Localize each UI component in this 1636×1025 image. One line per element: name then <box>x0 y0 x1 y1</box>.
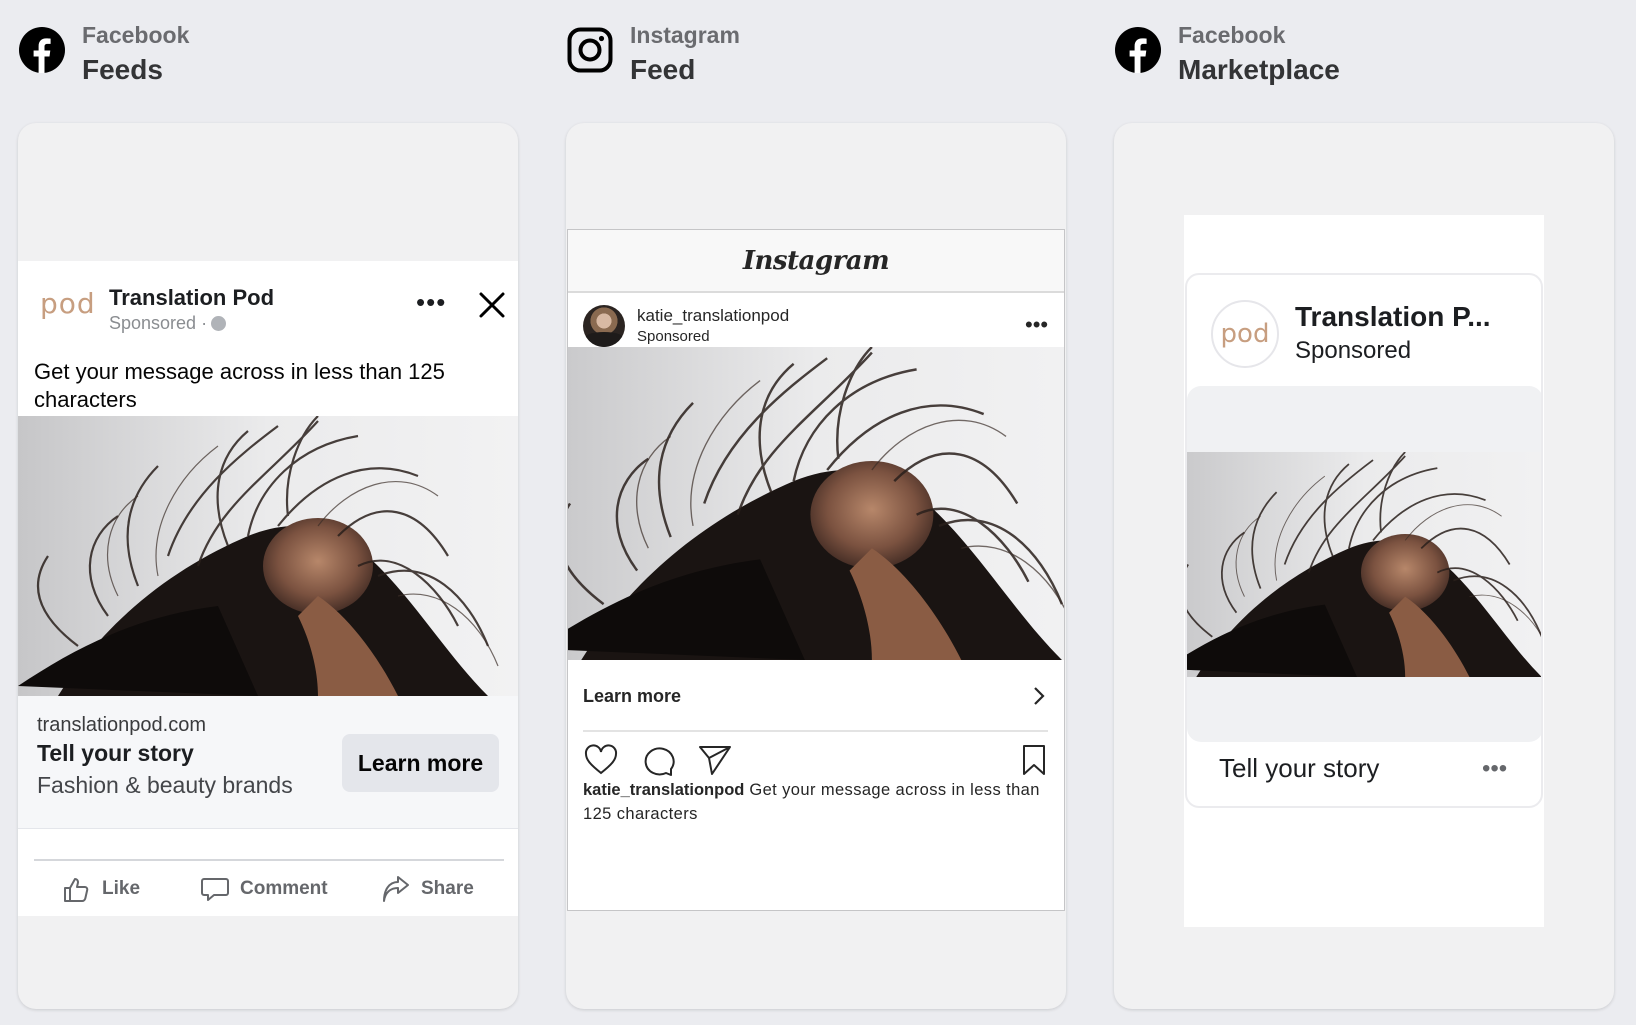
sponsored-label: Sponsored <box>1295 337 1412 364</box>
brand-logo: pod <box>40 287 96 320</box>
page-name: Translation P... <box>1295 301 1491 332</box>
comment-icon <box>201 878 229 901</box>
facebook-icon <box>19 27 65 73</box>
heart-icon[interactable] <box>583 743 619 777</box>
learn-more-link[interactable]: Learn more <box>583 686 681 707</box>
like-label: Like <box>102 878 141 899</box>
comment-icon[interactable] <box>640 743 676 777</box>
listing-headline: Tell your story <box>1219 753 1380 783</box>
share-icon <box>383 876 409 902</box>
instagram-ad-post: Instagram katie_translationpod Sponsored… <box>567 229 1065 911</box>
more-options-icon[interactable]: ••• <box>1025 314 1048 336</box>
username[interactable]: katie_translationpod <box>637 306 789 326</box>
placement-title: Marketplace <box>1178 54 1340 85</box>
facebook-feeds-preview: pod Translation Pod Sponsored · ••• Get … <box>18 123 518 1009</box>
instagram-top-bar: Instagram <box>568 230 1064 293</box>
caption-username[interactable]: katie_translationpod <box>583 781 744 799</box>
ad-image <box>18 416 518 696</box>
marketplace-panel: pod Translation P... Sponsored Tell your… <box>1184 215 1544 927</box>
facebook-marketplace-preview: pod Translation P... Sponsored Tell your… <box>1114 123 1614 1009</box>
primary-text: Get your message across in less than 125… <box>34 359 445 412</box>
learn-more-button[interactable]: Learn more <box>342 734 499 792</box>
instagram-feed-preview: Instagram katie_translationpod Sponsored… <box>566 123 1066 1009</box>
facebook-ad-post: pod Translation Pod Sponsored · ••• Get … <box>18 261 518 916</box>
brand-logo: pod <box>1211 300 1279 368</box>
ad-image-graphic <box>18 416 518 696</box>
platform-label: Facebook <box>1178 22 1286 48</box>
placement-title: Feeds <box>82 54 163 85</box>
link-description: Fashion & beauty brands <box>37 772 293 798</box>
caption: katie_translationpod Get your message ac… <box>583 778 1043 826</box>
ad-image-graphic <box>568 347 1064 660</box>
like-button[interactable]: Like <box>62 872 140 906</box>
comment-button[interactable]: Comment <box>200 872 328 906</box>
thumbs-up-icon <box>64 878 89 902</box>
sponsored-text: Sponsored · <box>109 313 208 333</box>
sponsored-label: Sponsored <box>637 328 710 345</box>
close-icon[interactable] <box>478 291 506 319</box>
sponsored-label: Sponsored · <box>109 313 227 334</box>
facebook-icon <box>1115 27 1161 73</box>
instagram-icon <box>567 27 613 73</box>
cta-divider <box>583 730 1048 732</box>
media-container <box>1187 386 1543 742</box>
share-label: Share <box>421 878 474 899</box>
link-domain: translationpod.com <box>37 714 206 736</box>
page-name[interactable]: Translation Pod <box>109 285 274 311</box>
post-actions: Like Comment Share <box>18 864 518 914</box>
ad-image <box>1187 452 1543 677</box>
ad-image-graphic <box>1187 452 1543 677</box>
link-headline: Tell your story <box>37 740 194 766</box>
more-options-icon[interactable]: ••• <box>1482 757 1507 781</box>
instagram-wordmark: Instagram <box>742 245 890 276</box>
platform-label: Instagram <box>630 22 740 48</box>
ad-image <box>568 347 1064 660</box>
actions-divider <box>34 859 504 861</box>
globe-icon <box>211 316 227 331</box>
placement-title: Feed <box>630 54 696 85</box>
send-icon[interactable] <box>697 743 733 777</box>
more-options-icon[interactable]: ••• <box>416 289 446 315</box>
share-button[interactable]: Share <box>381 872 474 906</box>
platform-label: Facebook <box>82 22 190 48</box>
avatar[interactable] <box>583 305 625 347</box>
bookmark-icon[interactable] <box>1016 743 1052 777</box>
link-preview[interactable]: translationpod.com Tell your story Fashi… <box>18 696 518 829</box>
marketplace-ad-card[interactable]: pod Translation P... Sponsored Tell your… <box>1185 273 1543 808</box>
chevron-right-icon[interactable] <box>1031 685 1047 707</box>
comment-label: Comment <box>240 878 328 899</box>
